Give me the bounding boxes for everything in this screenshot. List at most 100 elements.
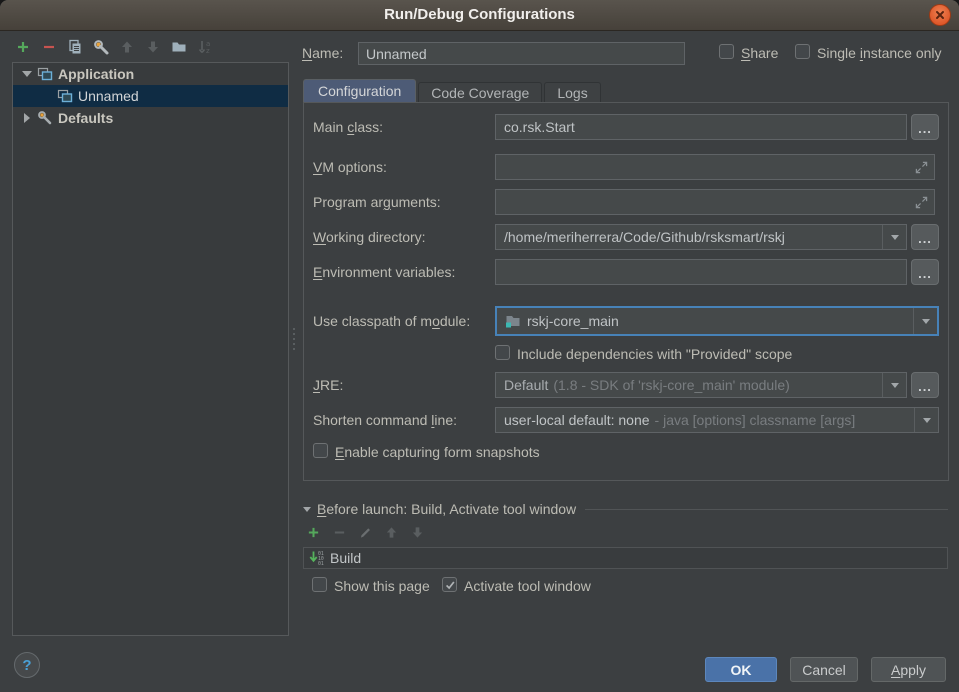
environment-variables-field[interactable]	[495, 259, 907, 285]
activate-tool-window-checkbox[interactable]	[442, 577, 457, 592]
tab-code-coverage[interactable]: Code Coverage	[418, 82, 542, 103]
arrow-down-icon	[411, 526, 424, 539]
shorten-command-line-combobox[interactable]: user-local default: none - java [options…	[495, 407, 939, 433]
pencil-icon	[359, 526, 372, 539]
jre-label: JRE:	[313, 377, 343, 393]
main-class-value: co.rsk.Start	[504, 119, 575, 135]
tab-configuration[interactable]: Configuration	[303, 79, 416, 103]
arrow-up-icon	[120, 40, 134, 54]
splitter-handle[interactable]	[291, 328, 296, 356]
dropdown-arrow[interactable]	[913, 308, 937, 334]
main-class-label: Main class:	[313, 119, 383, 135]
before-launch-toolbar	[305, 524, 425, 540]
working-directory-value: /home/meriherrera/Code/Github/rsksmart/r…	[504, 229, 785, 245]
move-task-down-button[interactable]	[409, 524, 425, 540]
cancel-button[interactable]: Cancel	[790, 657, 858, 682]
working-directory-browse-button[interactable]: ...	[911, 224, 939, 250]
before-launch-task-build[interactable]: 01 10 01 Build	[303, 547, 948, 569]
include-provided-checkbox[interactable]	[495, 345, 510, 360]
close-icon	[935, 10, 945, 20]
defaults-wrench-icon	[37, 110, 53, 126]
jre-value: Default	[504, 377, 548, 393]
collapse-arrow-icon	[303, 507, 311, 512]
dropdown-arrow[interactable]	[882, 225, 906, 249]
new-folder-button[interactable]	[170, 38, 188, 56]
remove-task-button[interactable]	[331, 524, 347, 540]
chevron-down-icon	[891, 235, 899, 240]
environment-variables-label: Environment variables:	[313, 264, 455, 280]
edit-defaults-button[interactable]	[92, 38, 110, 56]
jre-browse-button[interactable]: ...	[911, 372, 939, 398]
sidebar-toolbar: a z	[14, 38, 214, 56]
program-arguments-field[interactable]	[495, 189, 935, 215]
dropdown-arrow[interactable]	[914, 408, 938, 432]
collapse-arrow-icon[interactable]	[21, 71, 33, 77]
copy-configuration-button[interactable]	[66, 38, 84, 56]
use-classpath-combobox[interactable]: rskj-core_main	[495, 306, 939, 336]
chevron-down-icon	[922, 319, 930, 324]
share-checkbox[interactable]	[719, 44, 734, 59]
jre-combobox[interactable]: Default (1.8 - SDK of 'rskj-core_main' m…	[495, 372, 907, 398]
expand-field-icon[interactable]	[915, 161, 928, 174]
tab-logs[interactable]: Logs	[544, 82, 600, 103]
tree-item-defaults[interactable]: Defaults	[13, 107, 288, 129]
show-this-page-label: Show this page	[334, 578, 430, 594]
vm-options-label: VM options:	[313, 159, 387, 175]
move-down-button[interactable]	[144, 38, 162, 56]
build-icon: 01 10 01	[309, 550, 325, 566]
module-icon	[505, 313, 521, 329]
tree-item-application[interactable]: Application	[13, 63, 288, 85]
before-launch-header[interactable]: Before launch: Build, Activate tool wind…	[303, 501, 948, 517]
chevron-down-icon	[891, 383, 899, 388]
ok-button[interactable]: OK	[705, 657, 777, 682]
close-button[interactable]	[929, 4, 951, 26]
plus-icon	[16, 40, 30, 54]
tree-item-unnamed[interactable]: Unnamed	[13, 85, 288, 107]
arrow-up-icon	[385, 526, 398, 539]
edit-task-button[interactable]	[357, 524, 373, 540]
jre-hint: (1.8 - SDK of 'rskj-core_main' module)	[553, 377, 789, 393]
enable-snapshots-checkbox[interactable]	[313, 443, 328, 458]
vm-options-field[interactable]	[495, 154, 935, 180]
use-classpath-label: Use classpath of module:	[313, 313, 470, 329]
checkmark-icon	[444, 579, 456, 591]
svg-text:z: z	[206, 47, 210, 55]
help-button[interactable]: ?	[14, 652, 40, 678]
titlebar[interactable]: Run/Debug Configurations	[0, 0, 959, 31]
program-arguments-label: Program arguments:	[313, 194, 441, 210]
apply-button[interactable]: Apply	[871, 657, 946, 682]
configurations-tree: Application Unnamed Defaults	[12, 62, 289, 636]
move-task-up-button[interactable]	[383, 524, 399, 540]
before-launch-title: Before launch: Build, Activate tool wind…	[317, 501, 576, 517]
single-instance-checkbox[interactable]	[795, 44, 810, 59]
dropdown-arrow[interactable]	[882, 373, 906, 397]
shorten-command-line-label: Shorten command line:	[313, 412, 457, 428]
enable-snapshots-label: Enable capturing form snapshots	[335, 444, 540, 460]
settings-tabs: Configuration Code Coverage Logs	[303, 79, 601, 103]
expand-arrow-icon[interactable]	[21, 113, 33, 123]
single-instance-label: Single instance only	[817, 45, 942, 61]
main-class-browse-button[interactable]: ...	[911, 114, 939, 140]
add-task-button[interactable]	[305, 524, 321, 540]
working-directory-combobox[interactable]: /home/meriherrera/Code/Github/rsksmart/r…	[495, 224, 907, 250]
application-icon	[57, 88, 73, 104]
sort-configurations-button[interactable]: a z	[196, 38, 214, 56]
working-directory-label: Working directory:	[313, 229, 426, 245]
show-this-page-checkbox[interactable]	[312, 577, 327, 592]
sort-alphabetically-icon: a z	[197, 39, 213, 55]
tree-item-label: Unnamed	[78, 88, 139, 104]
name-label: Name:	[302, 45, 343, 61]
window-title: Run/Debug Configurations	[0, 0, 959, 30]
share-label: Share	[741, 45, 778, 61]
application-icon	[37, 66, 53, 82]
main-class-field[interactable]: co.rsk.Start	[495, 114, 907, 140]
environment-variables-browse-button[interactable]: ...	[911, 259, 939, 285]
arrow-down-icon	[146, 40, 160, 54]
move-up-button[interactable]	[118, 38, 136, 56]
name-input[interactable]	[358, 42, 685, 65]
use-classpath-value: rskj-core_main	[527, 313, 619, 329]
expand-field-icon[interactable]	[915, 196, 928, 209]
activate-tool-window-label: Activate tool window	[464, 578, 591, 594]
remove-configuration-button[interactable]	[40, 38, 58, 56]
add-configuration-button[interactable]	[14, 38, 32, 56]
